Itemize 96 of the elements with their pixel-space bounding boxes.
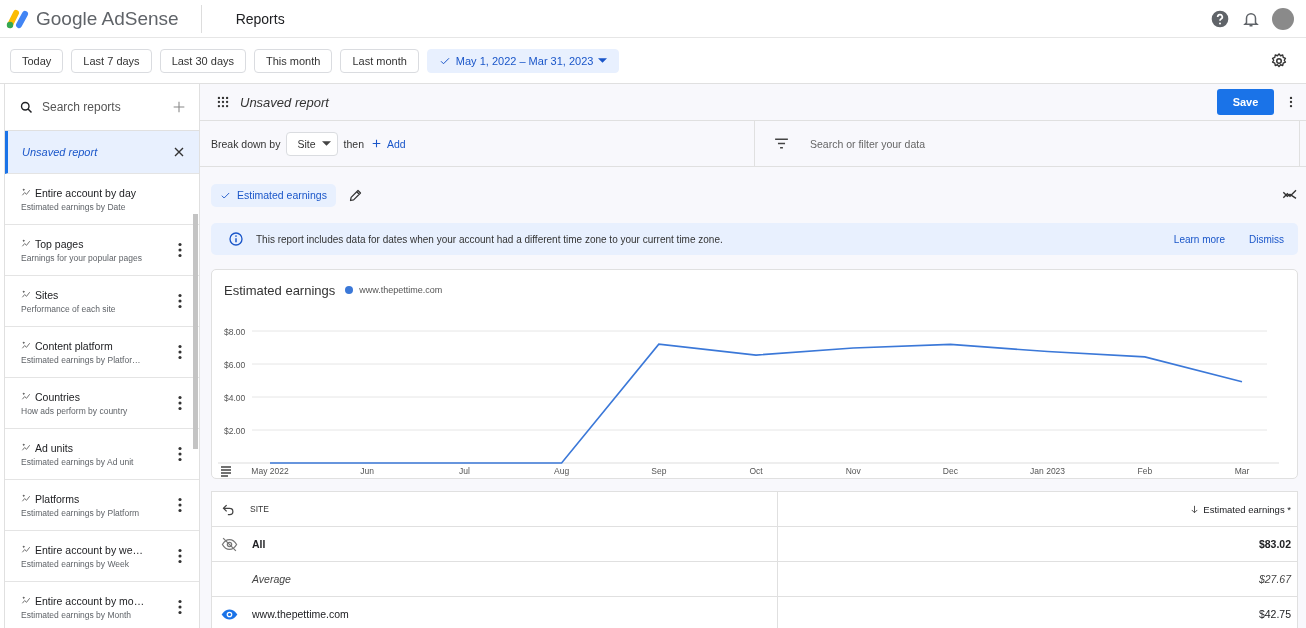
report-name: Unsaved report (22, 146, 99, 158)
date-range-chip[interactable]: This month (254, 48, 333, 73)
report-name: Ad units (35, 441, 73, 454)
x-tick-label: Jun (360, 466, 375, 476)
legend-toggle-icon[interactable] (220, 466, 232, 477)
y-tick-label: $6.00 (224, 360, 246, 370)
column-header[interactable]: Estimated earnings * (778, 492, 1297, 527)
report-name: Entire account by day (35, 186, 136, 199)
date-range-chip[interactable]: Last 7 days (71, 48, 152, 73)
more-icon[interactable] (178, 549, 182, 563)
report-name: Content platform (35, 339, 113, 352)
date-range-chip[interactable]: May 1, 2022 – Mar 31, 2023 (426, 48, 620, 73)
date-range-chip[interactable]: Last month (340, 48, 419, 73)
report-description: Estimated earnings by Ad unit (21, 456, 135, 467)
report-list-item[interactable]: Unsaved report (5, 131, 199, 174)
table-cell: $42.75 (1258, 608, 1291, 620)
more-icon[interactable] (178, 243, 182, 257)
x-tick-label: Aug (554, 466, 570, 476)
notice-text: This report includes data for dates when your account had a different time zone to your current time zone. (256, 233, 724, 245)
report-name: Sites (35, 288, 59, 301)
metric-chip[interactable]: Estimated earnings (211, 183, 336, 207)
table-cell: $83.02 (1258, 538, 1291, 550)
legend-label: www.thepettime.com (359, 285, 443, 295)
x-tick-label: Jul (458, 466, 470, 476)
more-icon[interactable] (178, 396, 182, 410)
date-range-chip[interactable]: Today (10, 48, 64, 73)
product-name: Google AdSense (36, 7, 179, 30)
y-tick-label: $2.00 (224, 426, 246, 436)
report-description: Estimated earnings by Week (21, 558, 131, 569)
x-tick-label: Feb (1137, 466, 1153, 476)
sort-down-icon (1189, 503, 1201, 515)
x-tick-label: May 2022 (251, 466, 289, 476)
then-label: then (343, 137, 364, 150)
date-range-chip[interactable]: Last 30 days (159, 48, 246, 73)
learn-more-link[interactable]: Learn more (1173, 233, 1225, 245)
x-tick-label: Nov (845, 466, 861, 476)
report-name: Entire account by mo… (35, 594, 145, 607)
apps-grid-icon[interactable] (216, 95, 230, 109)
report-name: Platforms (35, 492, 80, 505)
dismiss-link[interactable]: Dismiss (1249, 233, 1284, 245)
x-tick-label: Mar (1234, 466, 1250, 476)
plus-icon (370, 137, 383, 150)
page-title: Reports (235, 10, 286, 27)
column-header: SITE (250, 504, 269, 514)
more-icon[interactable] (178, 294, 182, 308)
x-tick-label: Sep (651, 466, 667, 476)
sparkle-chart-icon (21, 340, 32, 351)
table-cell: All (252, 538, 266, 550)
sparkle-chart-icon (21, 187, 32, 198)
caret-icon (321, 141, 331, 146)
sparkle-chart-icon (21, 544, 32, 555)
sparkle-chart-icon (21, 595, 32, 606)
sparkle-chart-icon (21, 493, 32, 504)
scrollbar[interactable] (193, 214, 198, 449)
x-tick-label: Oct (749, 466, 763, 476)
dimension-dropdown[interactable]: Site (286, 131, 338, 156)
help-icon[interactable] (1210, 8, 1230, 29)
sparkle-chart-icon (21, 442, 32, 453)
table-cell: $27.67 (1258, 573, 1291, 585)
info-icon (228, 231, 244, 247)
report-description: Earnings for your popular pages (21, 252, 143, 263)
report-description: Estimated earnings by Platfor… (21, 354, 142, 365)
report-name: Entire account by we… (35, 543, 143, 556)
report-description: Estimated earnings by Date (21, 201, 127, 212)
sparkle-chart-icon (21, 238, 32, 249)
more-icon[interactable] (178, 498, 182, 512)
y-tick-label: $4.00 (224, 393, 246, 403)
x-tick-label: Jan 2023 (1030, 466, 1066, 476)
save-button[interactable]: Save (1217, 89, 1274, 115)
x-tick-label: Dec (942, 466, 958, 476)
more-icon[interactable] (178, 447, 182, 461)
filter-field[interactable]: Search or filter your data (808, 136, 1299, 151)
search-icon (19, 99, 34, 115)
more-icon[interactable] (178, 345, 182, 359)
avatar[interactable] (1272, 7, 1294, 30)
report-name: Top pages (35, 237, 84, 250)
sparkle-chart-icon (21, 391, 32, 402)
settings-icon[interactable] (1270, 51, 1288, 70)
caret-icon (598, 58, 608, 63)
hidden-eye-icon[interactable] (221, 535, 238, 553)
sparkle-chart-icon (21, 289, 32, 300)
y-tick-label: $8.00 (224, 327, 246, 337)
breakdown-label: Break down by (211, 137, 281, 150)
chart-title: Estimated earnings (224, 282, 336, 298)
logo-icon (6, 8, 30, 29)
report-title: Unsaved report (240, 94, 331, 110)
report-description: How ads perform by country (21, 405, 129, 416)
add-dimension-button[interactable]: Add (370, 137, 406, 150)
table-cell: Average (252, 573, 291, 585)
report-description: Estimated earnings by Platform (21, 507, 141, 518)
edit-icon[interactable] (347, 187, 363, 203)
report-description: Estimated earnings by Month (21, 609, 133, 620)
more-icon[interactable] (178, 600, 182, 614)
report-description: Performance of each site (21, 303, 117, 314)
report-name: Countries (35, 390, 80, 403)
table-cell: www.thepettime.com (252, 608, 349, 620)
